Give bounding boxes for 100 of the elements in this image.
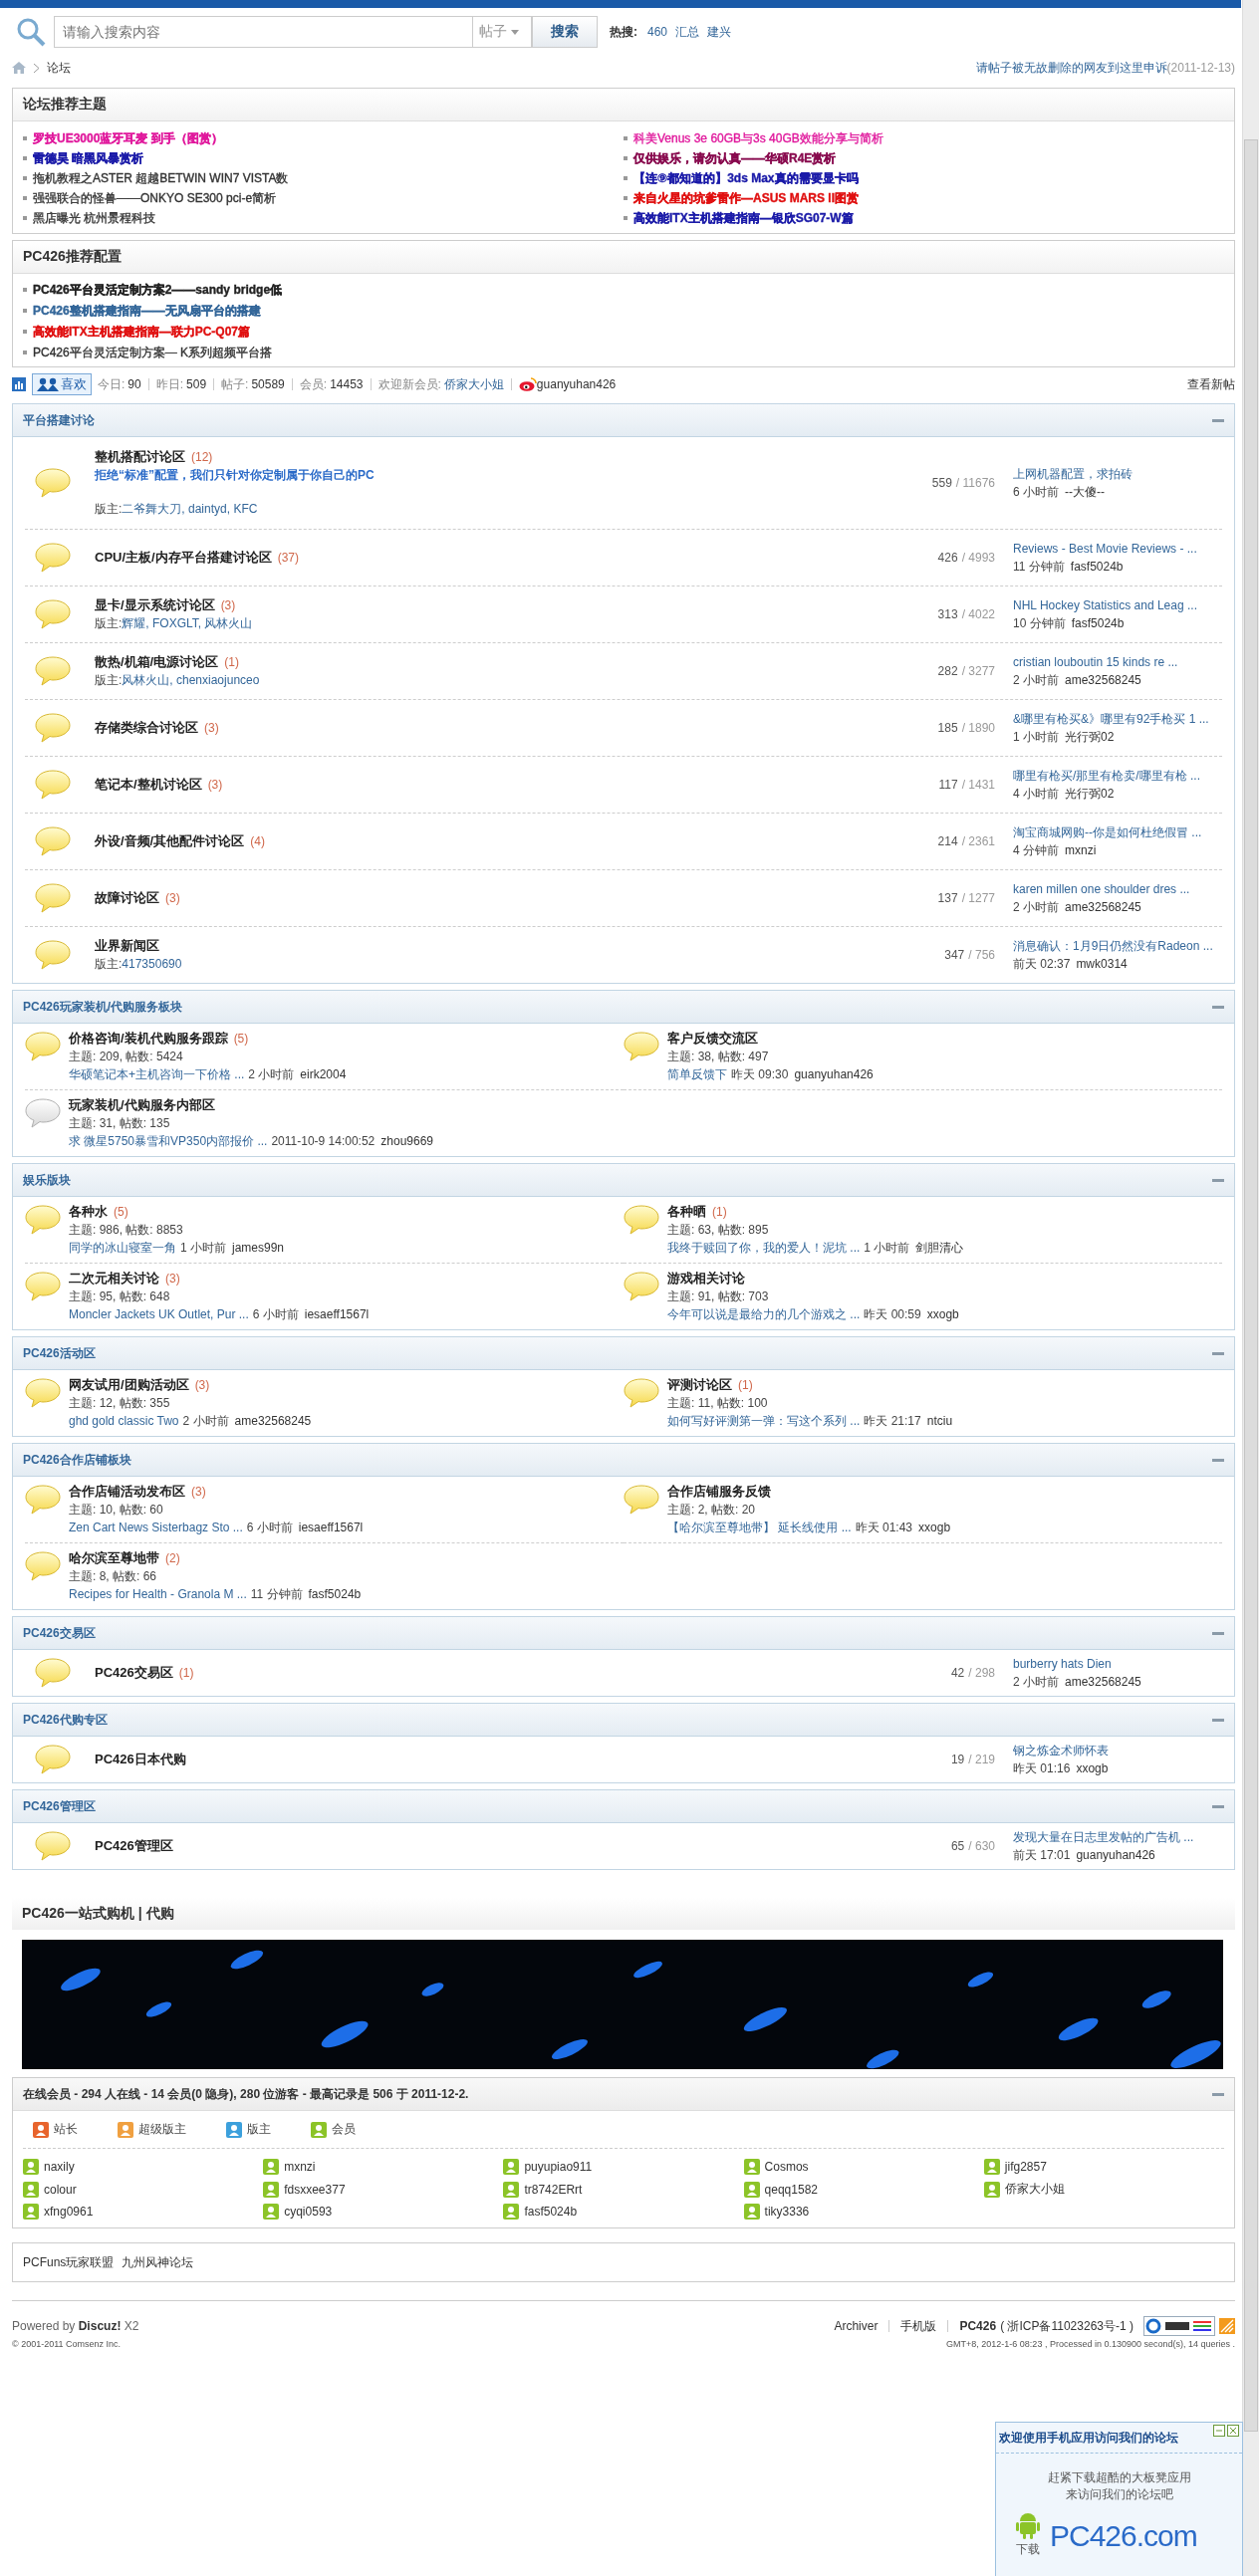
author-link[interactable]: ame32568245: [234, 1414, 312, 1428]
forum-link[interactable]: PC426管理区: [95, 1838, 173, 1853]
last-post-link[interactable]: Zen Cart News Sisterbagz Sto ...: [69, 1521, 243, 1534]
topic-link[interactable]: 拖机教程之ASTER 超越BETWIN WIN7 VISTA数: [33, 169, 289, 187]
breadcrumb-link[interactable]: 论坛: [47, 59, 71, 77]
close-icon[interactable]: [1227, 2425, 1239, 2437]
member-link[interactable]: fasf5024b: [524, 2205, 578, 2219]
last-post-link[interactable]: 【哈尔滨至尊地带】 延长线使用 ...: [667, 1521, 852, 1534]
author-link[interactable]: ntciu: [926, 1414, 953, 1428]
collapse-icon[interactable]: [1212, 1718, 1224, 1722]
author-link[interactable]: james99n: [232, 1241, 285, 1255]
member-link[interactable]: fdsxxee377: [284, 2182, 346, 2197]
author-link[interactable]: --大傻--: [1065, 485, 1105, 499]
member-link[interactable]: Cosmos: [764, 2160, 809, 2174]
search-button[interactable]: 搜索: [532, 16, 598, 48]
minimize-icon[interactable]: [1213, 2425, 1225, 2437]
author-link[interactable]: 光行弼02: [1065, 787, 1115, 801]
stats-badge-icon[interactable]: [1143, 2316, 1215, 2336]
topic-link[interactable]: 来自火星的坑爹雷作—ASUS MARS II图赏: [633, 189, 859, 207]
author-link[interactable]: xxogb: [1076, 1761, 1109, 1775]
collapse-icon[interactable]: [1212, 1631, 1224, 1635]
author-link[interactable]: fasf5024b: [308, 1587, 362, 1601]
topic-link[interactable]: 雷德昊 暗黑风暴赏析: [33, 149, 144, 167]
author-link[interactable]: zhou9669: [380, 1134, 433, 1148]
weibo-icon[interactable]: [518, 377, 537, 391]
last-post-link[interactable]: 发现大量在日志里发帖的广告机 ...: [1013, 1830, 1194, 1844]
topic-link[interactable]: 高效能ITX主机搭建指南—联力PC-Q07篇: [33, 323, 250, 341]
forum-link[interactable]: 合作店铺活动发布区: [69, 1484, 185, 1499]
member-link[interactable]: jifg2857: [1004, 2160, 1047, 2174]
last-post-link[interactable]: Reviews - Best Movie Reviews - ...: [1013, 542, 1197, 556]
category-title[interactable]: PC426合作店铺板块: [23, 1451, 131, 1469]
author-link[interactable]: guanyuhan426: [1076, 1848, 1155, 1862]
category-title[interactable]: PC426交易区: [23, 1624, 96, 1642]
last-post-link[interactable]: 消息确认：1月9日仍然没有Radeon ...: [1013, 939, 1213, 953]
forum-link[interactable]: 外设/音频/其他配件讨论区: [95, 833, 245, 848]
last-post-link[interactable]: &哪里有枪买&》哪里有92手枪买 1 ...: [1013, 712, 1209, 726]
last-post-link[interactable]: 同学的冰山寝室一角: [69, 1241, 176, 1255]
category-title[interactable]: PC426玩家装机/代购服务板块: [23, 998, 183, 1016]
author-link[interactable]: ame32568245: [1065, 900, 1141, 914]
forum-link[interactable]: CPU/主板/内存平台搭建讨论区: [95, 550, 272, 565]
footer-link[interactable]: 手机版: [900, 2317, 937, 2335]
last-post-link[interactable]: Moncler Jackets UK Outlet, Pur ...: [69, 1307, 249, 1321]
last-post-link[interactable]: 哪里有枪买/那里有枪卖/哪里有枪 ...: [1013, 769, 1200, 783]
member-link[interactable]: tr8742ERrt: [524, 2182, 583, 2197]
last-post-link[interactable]: 今年可以说是最给力的几个游戏之 ...: [667, 1307, 861, 1321]
last-post-link[interactable]: ghd gold classic Two: [69, 1414, 179, 1428]
member-link[interactable]: puyupiao911: [524, 2160, 593, 2174]
member-link[interactable]: 侨家大小姐: [1004, 2181, 1065, 2198]
hot-search-link[interactable]: 460: [647, 25, 668, 39]
forum-link[interactable]: 各种水: [69, 1204, 108, 1219]
moderator-links[interactable]: 二爷舞大刀, daintyd, KFC: [122, 502, 258, 516]
new-posts-link[interactable]: 查看新帖: [1187, 375, 1235, 393]
topic-link[interactable]: 黑店曝光 杭州景程科技: [33, 209, 156, 227]
author-link[interactable]: fasf5024b: [1070, 560, 1124, 574]
author-link[interactable]: ame32568245: [1065, 1675, 1141, 1689]
footer-link[interactable]: Archiver: [834, 2319, 879, 2333]
author-link[interactable]: eirk2004: [300, 1067, 347, 1081]
category-title[interactable]: PC426管理区: [23, 1797, 96, 1815]
forum-link[interactable]: 散热/机箱/电源讨论区: [95, 654, 219, 669]
hot-search-link[interactable]: 汇总: [675, 23, 700, 41]
last-post-link[interactable]: burberry hats Dien: [1013, 1657, 1112, 1671]
member-link[interactable]: colour: [44, 2182, 77, 2197]
member-link[interactable]: xfng0961: [44, 2205, 94, 2219]
forum-link[interactable]: 故障讨论区: [95, 890, 159, 905]
member-link[interactable]: qeqq1582: [764, 2182, 818, 2197]
forum-link[interactable]: 合作店铺服务反馈: [667, 1484, 771, 1499]
last-post-link[interactable]: 求 微星5750暴雪和VP350内部报价 ...: [69, 1134, 268, 1148]
notice-link[interactable]: 请帖子被无故删除的网友到这里申诉: [975, 59, 1167, 77]
author-link[interactable]: iesaeff1567l: [298, 1521, 364, 1534]
topic-link[interactable]: 仅供娱乐，请勿认真——华硕R4E赏析: [633, 149, 837, 167]
last-post-link[interactable]: 钢之炼金术师怀表: [1013, 1744, 1109, 1757]
bar-chart-icon[interactable]: [12, 377, 26, 391]
moderator-links[interactable]: 风林火山, chenxiaojunceo: [122, 673, 260, 687]
last-post-link[interactable]: 华硕笔记本+主机咨询一下价格 ...: [69, 1067, 245, 1081]
forum-link[interactable]: 游戏相关讨论: [667, 1271, 745, 1286]
author-link[interactable]: 剑胆清心: [915, 1241, 964, 1255]
member-link[interactable]: mxnzi: [284, 2160, 316, 2174]
hot-search-link[interactable]: 建兴: [707, 23, 732, 41]
category-title[interactable]: 娱乐版块: [23, 1171, 71, 1189]
forum-link[interactable]: 笔记本/整机讨论区: [95, 777, 202, 792]
forum-link[interactable]: 客户反馈交流区: [667, 1031, 758, 1046]
topic-link[interactable]: 高效能ITX主机搭建指南—银欣SG07-W篇: [633, 209, 854, 227]
category-title[interactable]: 平台搭建讨论: [23, 411, 95, 429]
forum-link[interactable]: PC426交易区: [95, 1665, 173, 1680]
collapse-icon[interactable]: [1212, 1458, 1224, 1462]
last-post-link[interactable]: karen millen one shoulder dres ...: [1013, 882, 1190, 896]
category-title[interactable]: PC426活动区: [23, 1344, 96, 1362]
author-link[interactable]: iesaeff1567l: [304, 1307, 370, 1321]
author-link[interactable]: fasf5024b: [1071, 616, 1125, 630]
member-link[interactable]: cyqi0593: [284, 2205, 333, 2219]
topic-link[interactable]: 【连⑨都知道的】3ds Max真的需要显卡吗: [633, 169, 859, 187]
forum-link[interactable]: 哈尔滨至尊地带: [69, 1550, 159, 1565]
download-link[interactable]: 下载: [1016, 2541, 1040, 2558]
forum-link[interactable]: 业界新闻区: [95, 938, 159, 953]
scrollbar-drawing[interactable]: [1242, 0, 1259, 2576]
forum-link[interactable]: 二次元相关讨论: [69, 1271, 159, 1286]
collapse-icon[interactable]: [1212, 1178, 1224, 1182]
moderator-links[interactable]: 417350690: [122, 957, 182, 971]
topic-link[interactable]: PC426平台灵活定制方案— K系列超频平台搭: [33, 344, 273, 361]
topic-link[interactable]: PC426整机搭建指南——无风扇平台的搭建: [33, 302, 261, 320]
